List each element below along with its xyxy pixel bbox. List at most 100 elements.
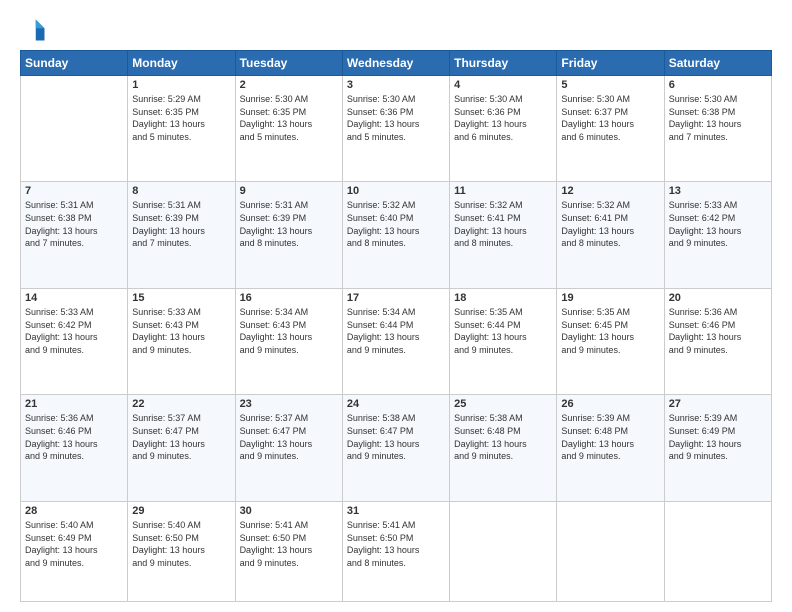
day-number: 26 [561, 398, 659, 410]
day-info: Sunrise: 5:35 AM Sunset: 6:44 PM Dayligh… [454, 306, 552, 356]
calendar-cell: 31Sunrise: 5:41 AM Sunset: 6:50 PM Dayli… [342, 501, 449, 601]
day-number: 12 [561, 185, 659, 197]
calendar-cell: 22 Sunrise: 5:37 AM Sunset: 6:47 PM Dayli… [128, 395, 235, 501]
header [20, 16, 772, 44]
day-number: 10 [347, 185, 445, 197]
day-info: Sunrise: 5:33 AM Sunset: 6:42 PM Dayligh… [25, 306, 123, 356]
day-info: Sunrise: 5:34 AM Sunset: 6:43 PM Dayligh… [240, 306, 338, 356]
day-info: Sunrise: 5:30 AM Sunset: 6:36 PM Dayligh… [347, 93, 445, 143]
day-number: 21 [25, 398, 123, 410]
calendar-cell [664, 501, 771, 601]
calendar-cell: 20 Sunrise: 5:36 AM Sunset: 6:46 PM Dayli… [664, 288, 771, 394]
calendar-cell: 11Sunrise: 5:32 AM Sunset: 6:41 PM Dayli… [450, 182, 557, 288]
calendar-cell: 10 Sunrise: 5:32 AM Sunset: 6:40 PM Dayli… [342, 182, 449, 288]
calendar-cell: 5 Sunrise: 5:30 AM Sunset: 6:37 PM Daylig… [557, 76, 664, 182]
day-info: Sunrise: 5:36 AM Sunset: 6:46 PM Dayligh… [669, 306, 767, 356]
day-number: 20 [669, 292, 767, 304]
calendar-table: SundayMondayTuesdayWednesdayThursdayFrid… [20, 50, 772, 602]
day-number: 11 [454, 185, 552, 197]
day-number: 28 [25, 505, 123, 517]
calendar-cell: 8 Sunrise: 5:31 AM Sunset: 6:39 PM Daylig… [128, 182, 235, 288]
calendar-cell: 14Sunrise: 5:33 AM Sunset: 6:42 PM Dayli… [21, 288, 128, 394]
weekday-header-friday: Friday [557, 51, 664, 76]
calendar-cell: 30 Sunrise: 5:41 AM Sunset: 6:50 PM Dayli… [235, 501, 342, 601]
day-info: Sunrise: 5:40 AM Sunset: 6:49 PM Dayligh… [25, 519, 123, 569]
calendar-week-row: 1 Sunrise: 5:29 AM Sunset: 6:35 PM Daylig… [21, 76, 772, 182]
day-number: 17 [347, 292, 445, 304]
calendar-cell: 28 Sunrise: 5:40 AM Sunset: 6:49 PM Dayli… [21, 501, 128, 601]
calendar-cell: 25 Sunrise: 5:38 AM Sunset: 6:48 PM Dayli… [450, 395, 557, 501]
weekday-header-tuesday: Tuesday [235, 51, 342, 76]
day-info: Sunrise: 5:31 AM Sunset: 6:39 PM Dayligh… [132, 199, 230, 249]
calendar-week-row: 21 Sunrise: 5:36 AM Sunset: 6:46 PM Dayli… [21, 395, 772, 501]
calendar-cell: 29 Sunrise: 5:40 AM Sunset: 6:50 PM Dayli… [128, 501, 235, 601]
day-number: 1 [132, 79, 230, 91]
logo-icon [20, 16, 48, 44]
calendar-week-row: 7 Sunrise: 5:31 AM Sunset: 6:38 PM Daylig… [21, 182, 772, 288]
calendar-cell: 6 Sunrise: 5:30 AM Sunset: 6:38 PM Daylig… [664, 76, 771, 182]
calendar-cell: 13Sunrise: 5:33 AM Sunset: 6:42 PM Dayli… [664, 182, 771, 288]
day-number: 27 [669, 398, 767, 410]
calendar-cell: 3Sunrise: 5:30 AM Sunset: 6:36 PM Daylig… [342, 76, 449, 182]
calendar-cell: 23Sunrise: 5:37 AM Sunset: 6:47 PM Dayli… [235, 395, 342, 501]
day-number: 6 [669, 79, 767, 91]
day-info: Sunrise: 5:41 AM Sunset: 6:50 PM Dayligh… [240, 519, 338, 569]
day-number: 7 [25, 185, 123, 197]
calendar-cell [450, 501, 557, 601]
calendar-cell: 16 Sunrise: 5:34 AM Sunset: 6:43 PM Dayli… [235, 288, 342, 394]
calendar-cell: 24Sunrise: 5:38 AM Sunset: 6:47 PM Dayli… [342, 395, 449, 501]
day-info: Sunrise: 5:32 AM Sunset: 6:41 PM Dayligh… [561, 199, 659, 249]
day-info: Sunrise: 5:41 AM Sunset: 6:50 PM Dayligh… [347, 519, 445, 569]
day-info: Sunrise: 5:39 AM Sunset: 6:48 PM Dayligh… [561, 412, 659, 462]
calendar-cell: 9 Sunrise: 5:31 AM Sunset: 6:39 PM Daylig… [235, 182, 342, 288]
calendar-week-row: 28 Sunrise: 5:40 AM Sunset: 6:49 PM Dayli… [21, 501, 772, 601]
day-number: 9 [240, 185, 338, 197]
calendar-cell: 18 Sunrise: 5:35 AM Sunset: 6:44 PM Dayli… [450, 288, 557, 394]
day-number: 22 [132, 398, 230, 410]
day-info: Sunrise: 5:37 AM Sunset: 6:47 PM Dayligh… [132, 412, 230, 462]
day-number: 5 [561, 79, 659, 91]
calendar-cell: 17 Sunrise: 5:34 AM Sunset: 6:44 PM Dayli… [342, 288, 449, 394]
day-info: Sunrise: 5:30 AM Sunset: 6:35 PM Dayligh… [240, 93, 338, 143]
day-info: Sunrise: 5:30 AM Sunset: 6:36 PM Dayligh… [454, 93, 552, 143]
day-info: Sunrise: 5:34 AM Sunset: 6:44 PM Dayligh… [347, 306, 445, 356]
day-info: Sunrise: 5:30 AM Sunset: 6:37 PM Dayligh… [561, 93, 659, 143]
calendar-cell: 1 Sunrise: 5:29 AM Sunset: 6:35 PM Daylig… [128, 76, 235, 182]
weekday-header-sunday: Sunday [21, 51, 128, 76]
day-info: Sunrise: 5:30 AM Sunset: 6:38 PM Dayligh… [669, 93, 767, 143]
weekday-header-wednesday: Wednesday [342, 51, 449, 76]
logo [20, 16, 52, 44]
day-info: Sunrise: 5:29 AM Sunset: 6:35 PM Dayligh… [132, 93, 230, 143]
day-number: 16 [240, 292, 338, 304]
calendar-cell: 19 Sunrise: 5:35 AM Sunset: 6:45 PM Dayli… [557, 288, 664, 394]
calendar-cell: 21 Sunrise: 5:36 AM Sunset: 6:46 PM Dayli… [21, 395, 128, 501]
day-number: 2 [240, 79, 338, 91]
weekday-header-row: SundayMondayTuesdayWednesdayThursdayFrid… [21, 51, 772, 76]
day-number: 13 [669, 185, 767, 197]
weekday-header-thursday: Thursday [450, 51, 557, 76]
calendar-cell [21, 76, 128, 182]
day-info: Sunrise: 5:40 AM Sunset: 6:50 PM Dayligh… [132, 519, 230, 569]
calendar-cell: 12 Sunrise: 5:32 AM Sunset: 6:41 PM Dayli… [557, 182, 664, 288]
day-info: Sunrise: 5:31 AM Sunset: 6:39 PM Dayligh… [240, 199, 338, 249]
day-info: Sunrise: 5:38 AM Sunset: 6:47 PM Dayligh… [347, 412, 445, 462]
calendar-cell [557, 501, 664, 601]
calendar-week-row: 14Sunrise: 5:33 AM Sunset: 6:42 PM Dayli… [21, 288, 772, 394]
day-info: Sunrise: 5:39 AM Sunset: 6:49 PM Dayligh… [669, 412, 767, 462]
calendar-cell: 2 Sunrise: 5:30 AM Sunset: 6:35 PM Daylig… [235, 76, 342, 182]
day-info: Sunrise: 5:33 AM Sunset: 6:43 PM Dayligh… [132, 306, 230, 356]
day-number: 8 [132, 185, 230, 197]
day-number: 30 [240, 505, 338, 517]
day-info: Sunrise: 5:31 AM Sunset: 6:38 PM Dayligh… [25, 199, 123, 249]
calendar-cell: 7 Sunrise: 5:31 AM Sunset: 6:38 PM Daylig… [21, 182, 128, 288]
day-number: 25 [454, 398, 552, 410]
day-info: Sunrise: 5:36 AM Sunset: 6:46 PM Dayligh… [25, 412, 123, 462]
day-number: 15 [132, 292, 230, 304]
day-number: 19 [561, 292, 659, 304]
day-number: 4 [454, 79, 552, 91]
day-number: 18 [454, 292, 552, 304]
day-number: 29 [132, 505, 230, 517]
day-info: Sunrise: 5:38 AM Sunset: 6:48 PM Dayligh… [454, 412, 552, 462]
day-info: Sunrise: 5:35 AM Sunset: 6:45 PM Dayligh… [561, 306, 659, 356]
day-info: Sunrise: 5:32 AM Sunset: 6:40 PM Dayligh… [347, 199, 445, 249]
